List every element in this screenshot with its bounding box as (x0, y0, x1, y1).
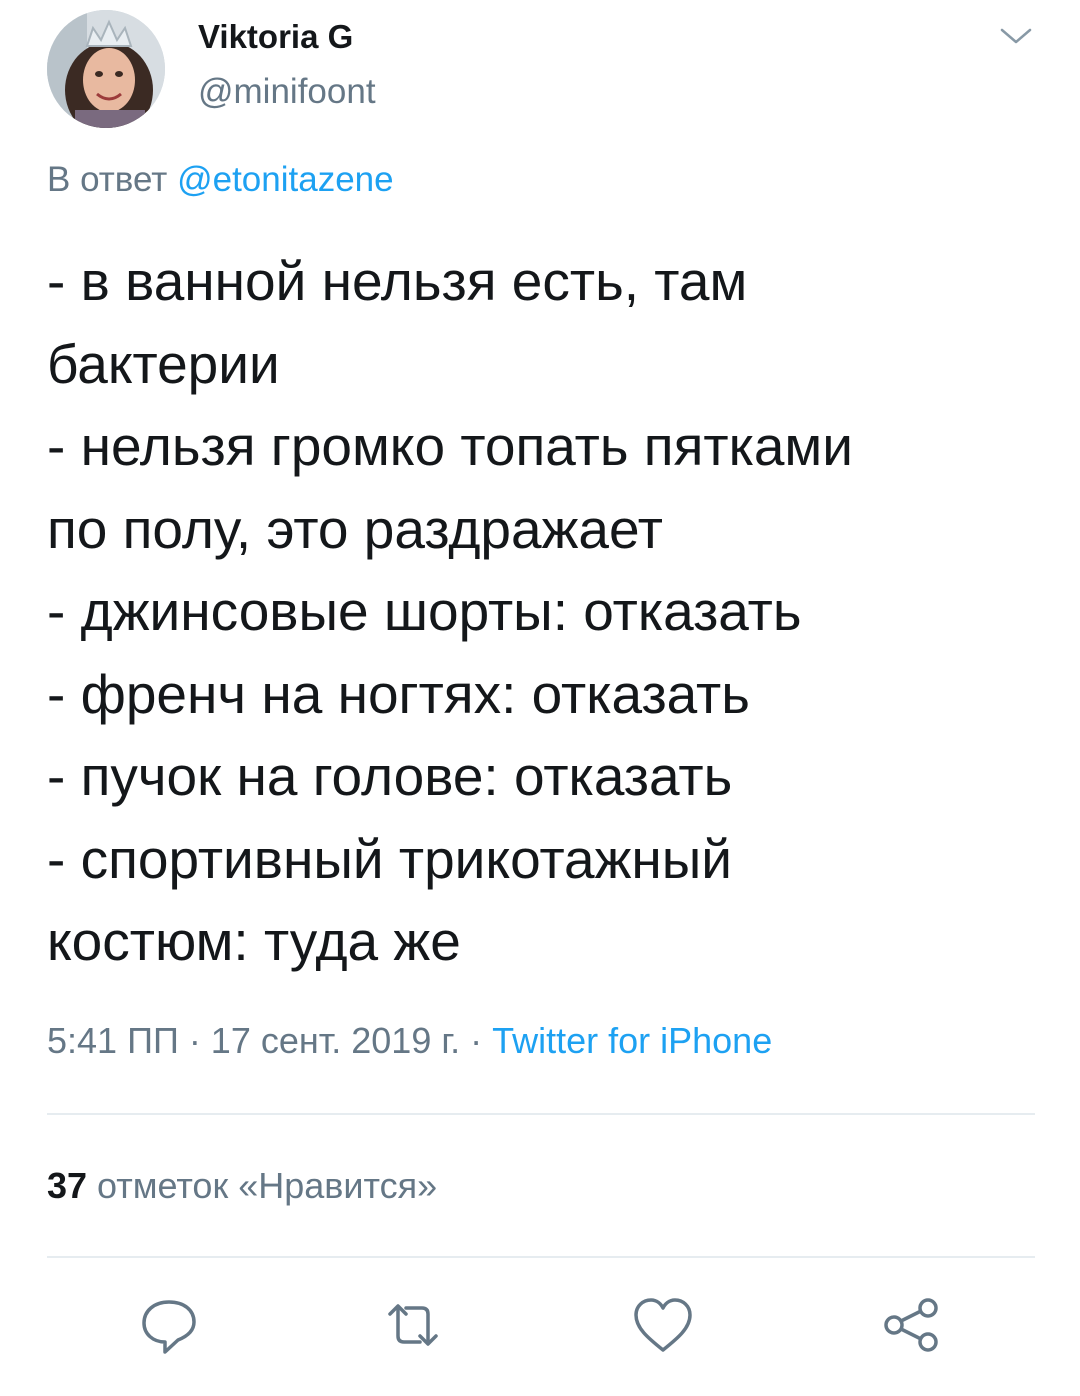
author-name[interactable]: Viktoria G (198, 18, 353, 56)
share-icon[interactable] (876, 1290, 946, 1360)
avatar-image (47, 10, 165, 128)
author-handle[interactable]: @minifoont (198, 72, 376, 112)
reply-icon[interactable] (134, 1290, 204, 1360)
tweet-header: Viktoria G @minifoont (0, 0, 1080, 140)
likes-label: отметок «Нравится» (97, 1165, 438, 1206)
likes-count: 37 (47, 1165, 88, 1206)
avatar[interactable] (47, 10, 165, 128)
divider (47, 1113, 1035, 1115)
reply-prefix: В ответ (47, 160, 168, 199)
chevron-down-icon[interactable] (996, 22, 1036, 50)
tweet-meta: 5:41 ПП · 17 сент. 2019 г. · Twitter for… (47, 1020, 772, 1062)
retweet-icon[interactable] (378, 1290, 448, 1360)
heart-icon[interactable] (628, 1290, 698, 1360)
likes-stat[interactable]: 37 отметок «Нравится» (47, 1165, 437, 1207)
action-bar (0, 1290, 1080, 1380)
tweet-text: - в ванной нельзя есть, там бактерии - н… (47, 250, 853, 972)
reply-context: В ответ @etonitazene (47, 160, 394, 200)
divider (47, 1256, 1035, 1258)
tweet-timestamp[interactable]: 5:41 ПП · 17 сент. 2019 г. · (47, 1020, 482, 1061)
tweet-source-link[interactable]: Twitter for iPhone (492, 1020, 772, 1061)
reply-mention-link[interactable]: @etonitazene (177, 160, 394, 199)
